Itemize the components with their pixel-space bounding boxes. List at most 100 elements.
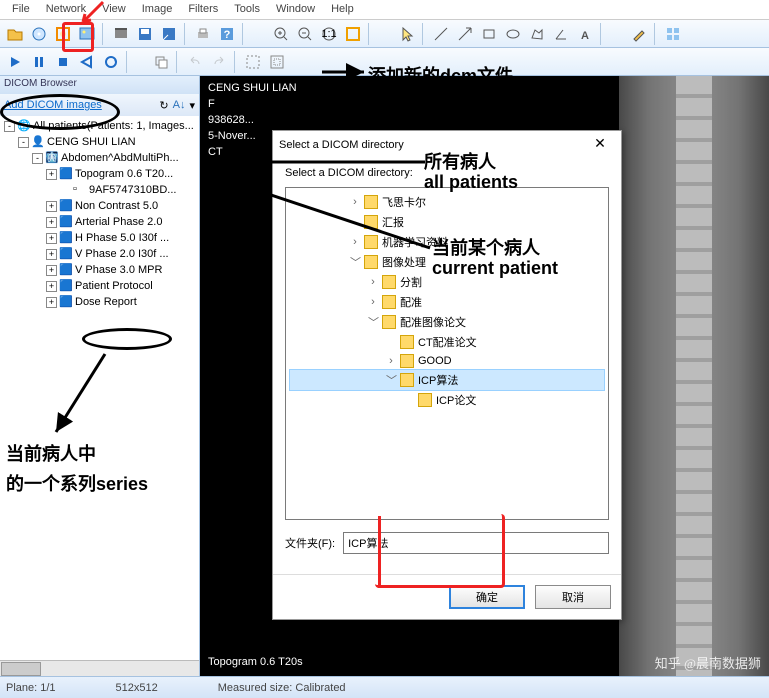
menu-image[interactable]: Image bbox=[134, 0, 181, 19]
chevron-icon[interactable]: › bbox=[350, 196, 360, 208]
cursor-icon[interactable] bbox=[396, 23, 418, 45]
cancel-button[interactable]: 取消 bbox=[535, 585, 611, 609]
toggle-icon[interactable]: + bbox=[46, 233, 57, 244]
sidebar: DICOM Browser Add DICOM images ↻ A↓ ▾ -🌐… bbox=[0, 76, 200, 676]
dir-node[interactable]: ›配准 bbox=[290, 292, 604, 312]
loop-icon[interactable] bbox=[100, 51, 122, 73]
dir-node[interactable]: ﹀配准图像论文 bbox=[290, 312, 604, 332]
tree-node[interactable]: -🩻Abdomen^AbdMultiPh... bbox=[2, 150, 197, 166]
tree-node[interactable]: +🟦Topogram 0.6 T20... bbox=[2, 166, 197, 182]
sort-icon[interactable]: A↓ bbox=[173, 99, 186, 111]
stop-icon[interactable] bbox=[52, 51, 74, 73]
status-plane: Plane: 1/1 bbox=[6, 682, 56, 694]
save-icon[interactable] bbox=[134, 23, 156, 45]
dir-node[interactable]: ›飞思卡尔 bbox=[290, 192, 604, 212]
folder-icon bbox=[364, 235, 378, 249]
menu-window[interactable]: Window bbox=[268, 0, 323, 19]
menu-file[interactable]: File bbox=[4, 0, 38, 19]
dir-node[interactable]: 汇报 bbox=[290, 212, 604, 232]
help-icon[interactable]: ? bbox=[216, 23, 238, 45]
folder-input[interactable] bbox=[343, 532, 609, 554]
dropdown-icon[interactable]: ▾ bbox=[189, 99, 195, 112]
tree[interactable]: -🌐All patients(Patients: 1, Images...-👤C… bbox=[0, 116, 199, 660]
refresh-icon[interactable]: ↻ bbox=[159, 99, 168, 112]
tree-label: V Phase 2.0 I30f ... bbox=[75, 248, 169, 260]
print-icon[interactable] bbox=[192, 23, 214, 45]
tree-node[interactable]: +🟦H Phase 5.0 I30f ... bbox=[2, 230, 197, 246]
toggle-icon[interactable]: + bbox=[46, 249, 57, 260]
prev-icon[interactable] bbox=[76, 51, 98, 73]
open-icon[interactable] bbox=[4, 23, 26, 45]
pause-icon[interactable] bbox=[28, 51, 50, 73]
menu-help[interactable]: Help bbox=[323, 0, 362, 19]
toggle-icon[interactable]: - bbox=[4, 121, 15, 132]
tree-node[interactable]: +🟦V Phase 2.0 I30f ... bbox=[2, 246, 197, 262]
toggle-icon[interactable]: + bbox=[46, 169, 57, 180]
chevron-icon[interactable]: › bbox=[386, 355, 396, 367]
toggle-icon[interactable]: + bbox=[46, 297, 57, 308]
zoomfit-icon[interactable] bbox=[342, 23, 364, 45]
chevron-icon[interactable]: ﹀ bbox=[350, 254, 360, 270]
ellipse-icon[interactable] bbox=[502, 23, 524, 45]
toggle-icon[interactable]: + bbox=[46, 281, 57, 292]
scan-icon[interactable] bbox=[52, 23, 74, 45]
toggle-icon[interactable]: - bbox=[32, 153, 43, 164]
dir-node[interactable]: ICP论文 bbox=[290, 390, 604, 410]
ok-button[interactable]: 确定 bbox=[449, 585, 525, 609]
copy-icon[interactable] bbox=[150, 51, 172, 73]
dir-node[interactable]: ›分割 bbox=[290, 272, 604, 292]
tree-node[interactable]: +🟦V Phase 3.0 MPR bbox=[2, 262, 197, 278]
menu-tools[interactable]: Tools bbox=[226, 0, 268, 19]
tree-node[interactable]: -👤CENG SHUI LIAN bbox=[2, 134, 197, 150]
angle-icon[interactable] bbox=[550, 23, 572, 45]
undo-icon[interactable] bbox=[184, 51, 206, 73]
image-icon[interactable] bbox=[76, 23, 98, 45]
tree-node[interactable]: +🟦Arterial Phase 2.0 bbox=[2, 214, 197, 230]
menu-filters[interactable]: Filters bbox=[180, 0, 226, 19]
poly-icon[interactable] bbox=[526, 23, 548, 45]
status-bar: Plane: 1/1 512x512 Measured size: Calibr… bbox=[0, 676, 769, 698]
menu-network[interactable]: Network bbox=[38, 0, 94, 19]
tree-node[interactable]: +🟦Non Contrast 5.0 bbox=[2, 198, 197, 214]
chevron-icon[interactable]: › bbox=[368, 296, 378, 308]
chevron-icon[interactable]: › bbox=[350, 236, 360, 248]
play-icon[interactable] bbox=[4, 51, 26, 73]
close-icon[interactable]: ✕ bbox=[585, 135, 615, 155]
zoom11-icon[interactable]: 1:1 bbox=[318, 23, 340, 45]
dir-node[interactable]: CT配准论文 bbox=[290, 332, 604, 352]
h-scrollbar[interactable] bbox=[0, 660, 199, 676]
redo-icon[interactable] bbox=[208, 51, 230, 73]
roi-icon[interactable] bbox=[242, 51, 264, 73]
chevron-icon[interactable]: ﹀ bbox=[386, 372, 396, 388]
toggle-icon[interactable]: + bbox=[46, 265, 57, 276]
folder-icon bbox=[418, 393, 432, 407]
directory-tree[interactable]: ›飞思卡尔汇报›机器学习资料﹀图像处理›分割›配准﹀配准图像论文CT配准论文›G… bbox=[285, 187, 609, 520]
zoomin-icon[interactable] bbox=[270, 23, 292, 45]
chevron-icon[interactable]: ﹀ bbox=[368, 314, 378, 330]
zoomout-icon[interactable] bbox=[294, 23, 316, 45]
pen-icon[interactable] bbox=[628, 23, 650, 45]
menu-view[interactable]: View bbox=[94, 0, 134, 19]
text-icon[interactable]: A bbox=[574, 23, 596, 45]
rect-icon[interactable] bbox=[478, 23, 500, 45]
toggle-icon[interactable]: + bbox=[46, 217, 57, 228]
cd-icon[interactable] bbox=[28, 23, 50, 45]
saveas-icon[interactable] bbox=[158, 23, 180, 45]
roifit-icon[interactable] bbox=[266, 51, 288, 73]
tree-node[interactable]: -🌐All patients(Patients: 1, Images... bbox=[2, 118, 197, 134]
arrow-icon[interactable] bbox=[454, 23, 476, 45]
dir-node[interactable]: ›GOOD bbox=[290, 352, 604, 370]
dir-node[interactable]: ﹀ICP算法 bbox=[290, 370, 604, 390]
dir-node[interactable]: ›机器学习资料 bbox=[290, 232, 604, 252]
line-icon[interactable] bbox=[430, 23, 452, 45]
chevron-icon[interactable]: › bbox=[368, 276, 378, 288]
grid-icon[interactable] bbox=[662, 23, 684, 45]
add-dicom-link[interactable]: Add DICOM images bbox=[4, 99, 102, 111]
tree-node[interactable]: +🟦Patient Protocol bbox=[2, 278, 197, 294]
dir-node[interactable]: ﹀图像处理 bbox=[290, 252, 604, 272]
toggle-icon[interactable]: - bbox=[18, 137, 29, 148]
tree-node[interactable]: ▫9AF5747310BD... bbox=[2, 182, 197, 198]
toggle-icon[interactable]: + bbox=[46, 201, 57, 212]
tree-node[interactable]: +🟦Dose Report bbox=[2, 294, 197, 310]
movie-icon[interactable] bbox=[110, 23, 132, 45]
